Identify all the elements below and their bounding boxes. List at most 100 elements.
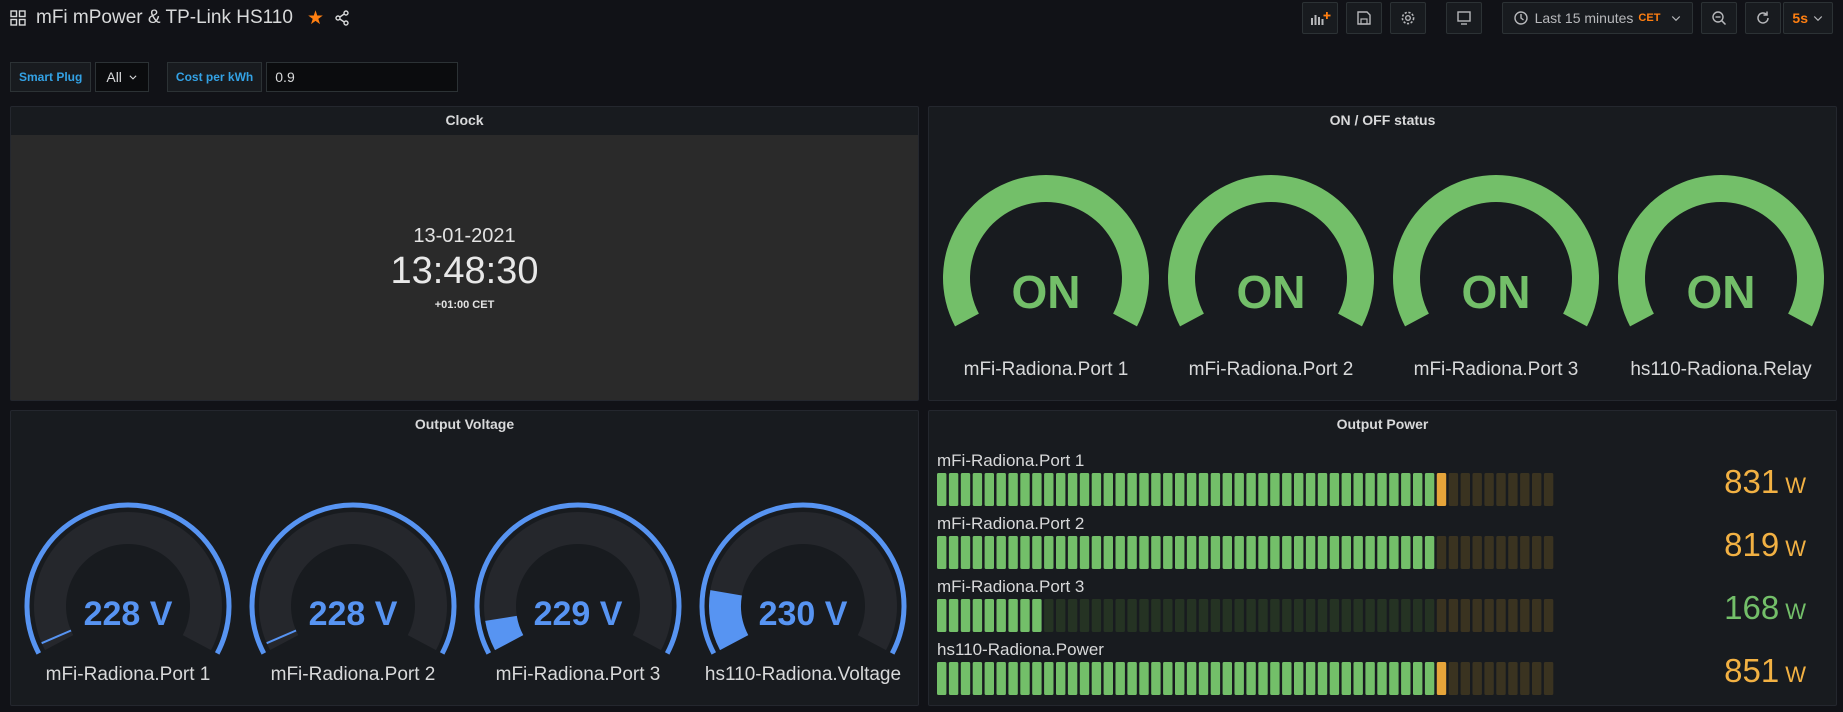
share-icon[interactable] <box>334 10 350 26</box>
save-icon <box>1356 11 1371 25</box>
power-bar-cell <box>1127 536 1137 569</box>
power-bar-cell <box>1079 599 1090 632</box>
power-bar-cell <box>1353 599 1363 632</box>
power-bar-cell <box>1270 599 1280 632</box>
status-gauge: ON mFi-Radiona.Port 3 <box>1393 175 1599 380</box>
power-bar-cell <box>1115 662 1125 695</box>
power-bar-cell <box>1044 536 1054 569</box>
power-bar-cell <box>1139 536 1149 569</box>
power-bar-cell <box>1246 473 1256 506</box>
power-value-number: 851 <box>1724 652 1780 689</box>
status-gauge: ON mFi-Radiona.Port 1 <box>943 175 1149 380</box>
power-bar-cell <box>1079 662 1090 695</box>
power-bar-cell <box>1056 662 1066 695</box>
power-bar <box>937 599 1554 632</box>
power-bar-cell <box>1413 536 1423 569</box>
power-bar-cell <box>1067 536 1078 569</box>
power-bar-cell <box>1151 599 1161 632</box>
power-bar-cell <box>1448 473 1459 506</box>
power-bar-cell <box>1115 599 1125 632</box>
smart-plug-select[interactable]: All <box>95 62 149 92</box>
time-range-label: Last 15 minutes <box>1534 10 1634 26</box>
power-bar-cell <box>1436 536 1447 569</box>
power-bar-cell <box>1389 473 1399 506</box>
power-bar <box>937 473 1554 506</box>
power-bar-cell <box>1508 662 1518 695</box>
panel-title[interactable]: Clock <box>11 112 918 128</box>
smart-plug-label: Smart Plug <box>10 62 92 92</box>
add-panel-button[interactable] <box>1301 2 1338 34</box>
power-bar-cell <box>1329 536 1340 569</box>
power-bar-cell <box>1317 599 1328 632</box>
refresh-button[interactable] <box>1745 2 1782 34</box>
power-bar-cell <box>1496 473 1506 506</box>
power-bar-cell <box>1294 599 1304 632</box>
power-bar-cell <box>1091 536 1102 569</box>
power-bar-cell <box>937 473 947 506</box>
power-bar-cell <box>1222 536 1232 569</box>
tv-mode-button[interactable] <box>1445 2 1482 34</box>
power-bar-cell <box>1186 599 1197 632</box>
status-value: ON <box>1237 266 1306 318</box>
settings-button[interactable] <box>1389 2 1426 34</box>
power-bar-label: mFi-Radiona.Port 2 <box>937 514 1085 533</box>
status-value: ON <box>1012 266 1081 318</box>
power-bar-cell <box>1508 536 1518 569</box>
power-bar <box>937 536 1554 569</box>
power-bar-cell <box>1115 473 1125 506</box>
star-icon[interactable]: ★ <box>307 7 324 30</box>
power-bar-cell <box>1020 599 1030 632</box>
power-bar-cell <box>1091 473 1102 506</box>
dashboard-header: mFi mPower & TP-Link HS110 ★ <box>10 5 350 31</box>
power-bar-cell <box>948 536 959 569</box>
power-bar-cell <box>1424 662 1435 695</box>
power-bar-cell <box>1258 599 1268 632</box>
power-value: 819 W <box>1724 526 1806 564</box>
zoom-out-button[interactable] <box>1701 2 1738 34</box>
power-bar-cell <box>1198 599 1209 632</box>
power-bar-cell <box>1175 599 1185 632</box>
power-bar-cell <box>1032 662 1042 695</box>
power-bar-cell <box>972 599 983 632</box>
power-bar-label: mFi-Radiona.Port 3 <box>937 577 1085 596</box>
power-bar-cell <box>1365 536 1375 569</box>
save-dashboard-button[interactable] <box>1345 2 1382 34</box>
power-bar-cell <box>1044 473 1054 506</box>
power-bar-cell <box>1389 662 1399 695</box>
power-value-number: 819 <box>1724 526 1780 563</box>
power-bar-cell <box>1496 599 1506 632</box>
output-voltage-panel: Output Voltage 228 VmFi-Radiona.Port 1 22… <box>10 410 919 706</box>
power-bar-cell <box>984 599 994 632</box>
power-bar-cell <box>948 662 959 695</box>
power-bar-cell <box>1198 473 1209 506</box>
power-bar-label: hs110-Radiona.Power <box>937 640 1104 659</box>
time-range-picker[interactable]: Last 15 minutes CET <box>1501 2 1694 34</box>
refresh-interval-label: 5s <box>1792 10 1808 26</box>
power-bar-cell <box>960 599 971 632</box>
voltage-value: 230 V <box>759 595 848 633</box>
power-bar-cell <box>1389 599 1399 632</box>
power-bar-cell <box>1091 599 1102 632</box>
refresh-interval-picker[interactable]: 5s <box>1783 2 1833 34</box>
power-bar-cell <box>1079 536 1090 569</box>
power-unit: W <box>1785 662 1806 687</box>
power-bar-cell <box>1222 473 1232 506</box>
panel-title[interactable]: Output Power <box>929 416 1836 432</box>
voltage-gauge-label: mFi-Radiona.Port 3 <box>496 664 661 685</box>
power-bar-cell <box>1175 662 1185 695</box>
voltage-value: 229 V <box>534 595 623 633</box>
power-bar-cell <box>1210 473 1221 506</box>
dashboard-title[interactable]: mFi mPower & TP-Link HS110 <box>36 7 293 29</box>
power-bar-cell <box>1472 662 1482 695</box>
power-bar-cell <box>1103 536 1113 569</box>
power-bar-cell <box>1139 599 1149 632</box>
power-bar-cell <box>1163 662 1173 695</box>
apps-grid-icon[interactable] <box>10 10 26 26</box>
voltage-gauges: 228 V mFi-Radiona.Port 1 228 V mFi-Radiona.… <box>24 502 907 685</box>
power-bar-cell <box>1103 473 1113 506</box>
power-bar-cell <box>1067 662 1078 695</box>
chevron-down-icon <box>1813 16 1823 22</box>
power-value-number: 168 <box>1724 589 1780 626</box>
power-bar-cell <box>1424 599 1435 632</box>
cost-per-kwh-input[interactable] <box>266 62 459 92</box>
